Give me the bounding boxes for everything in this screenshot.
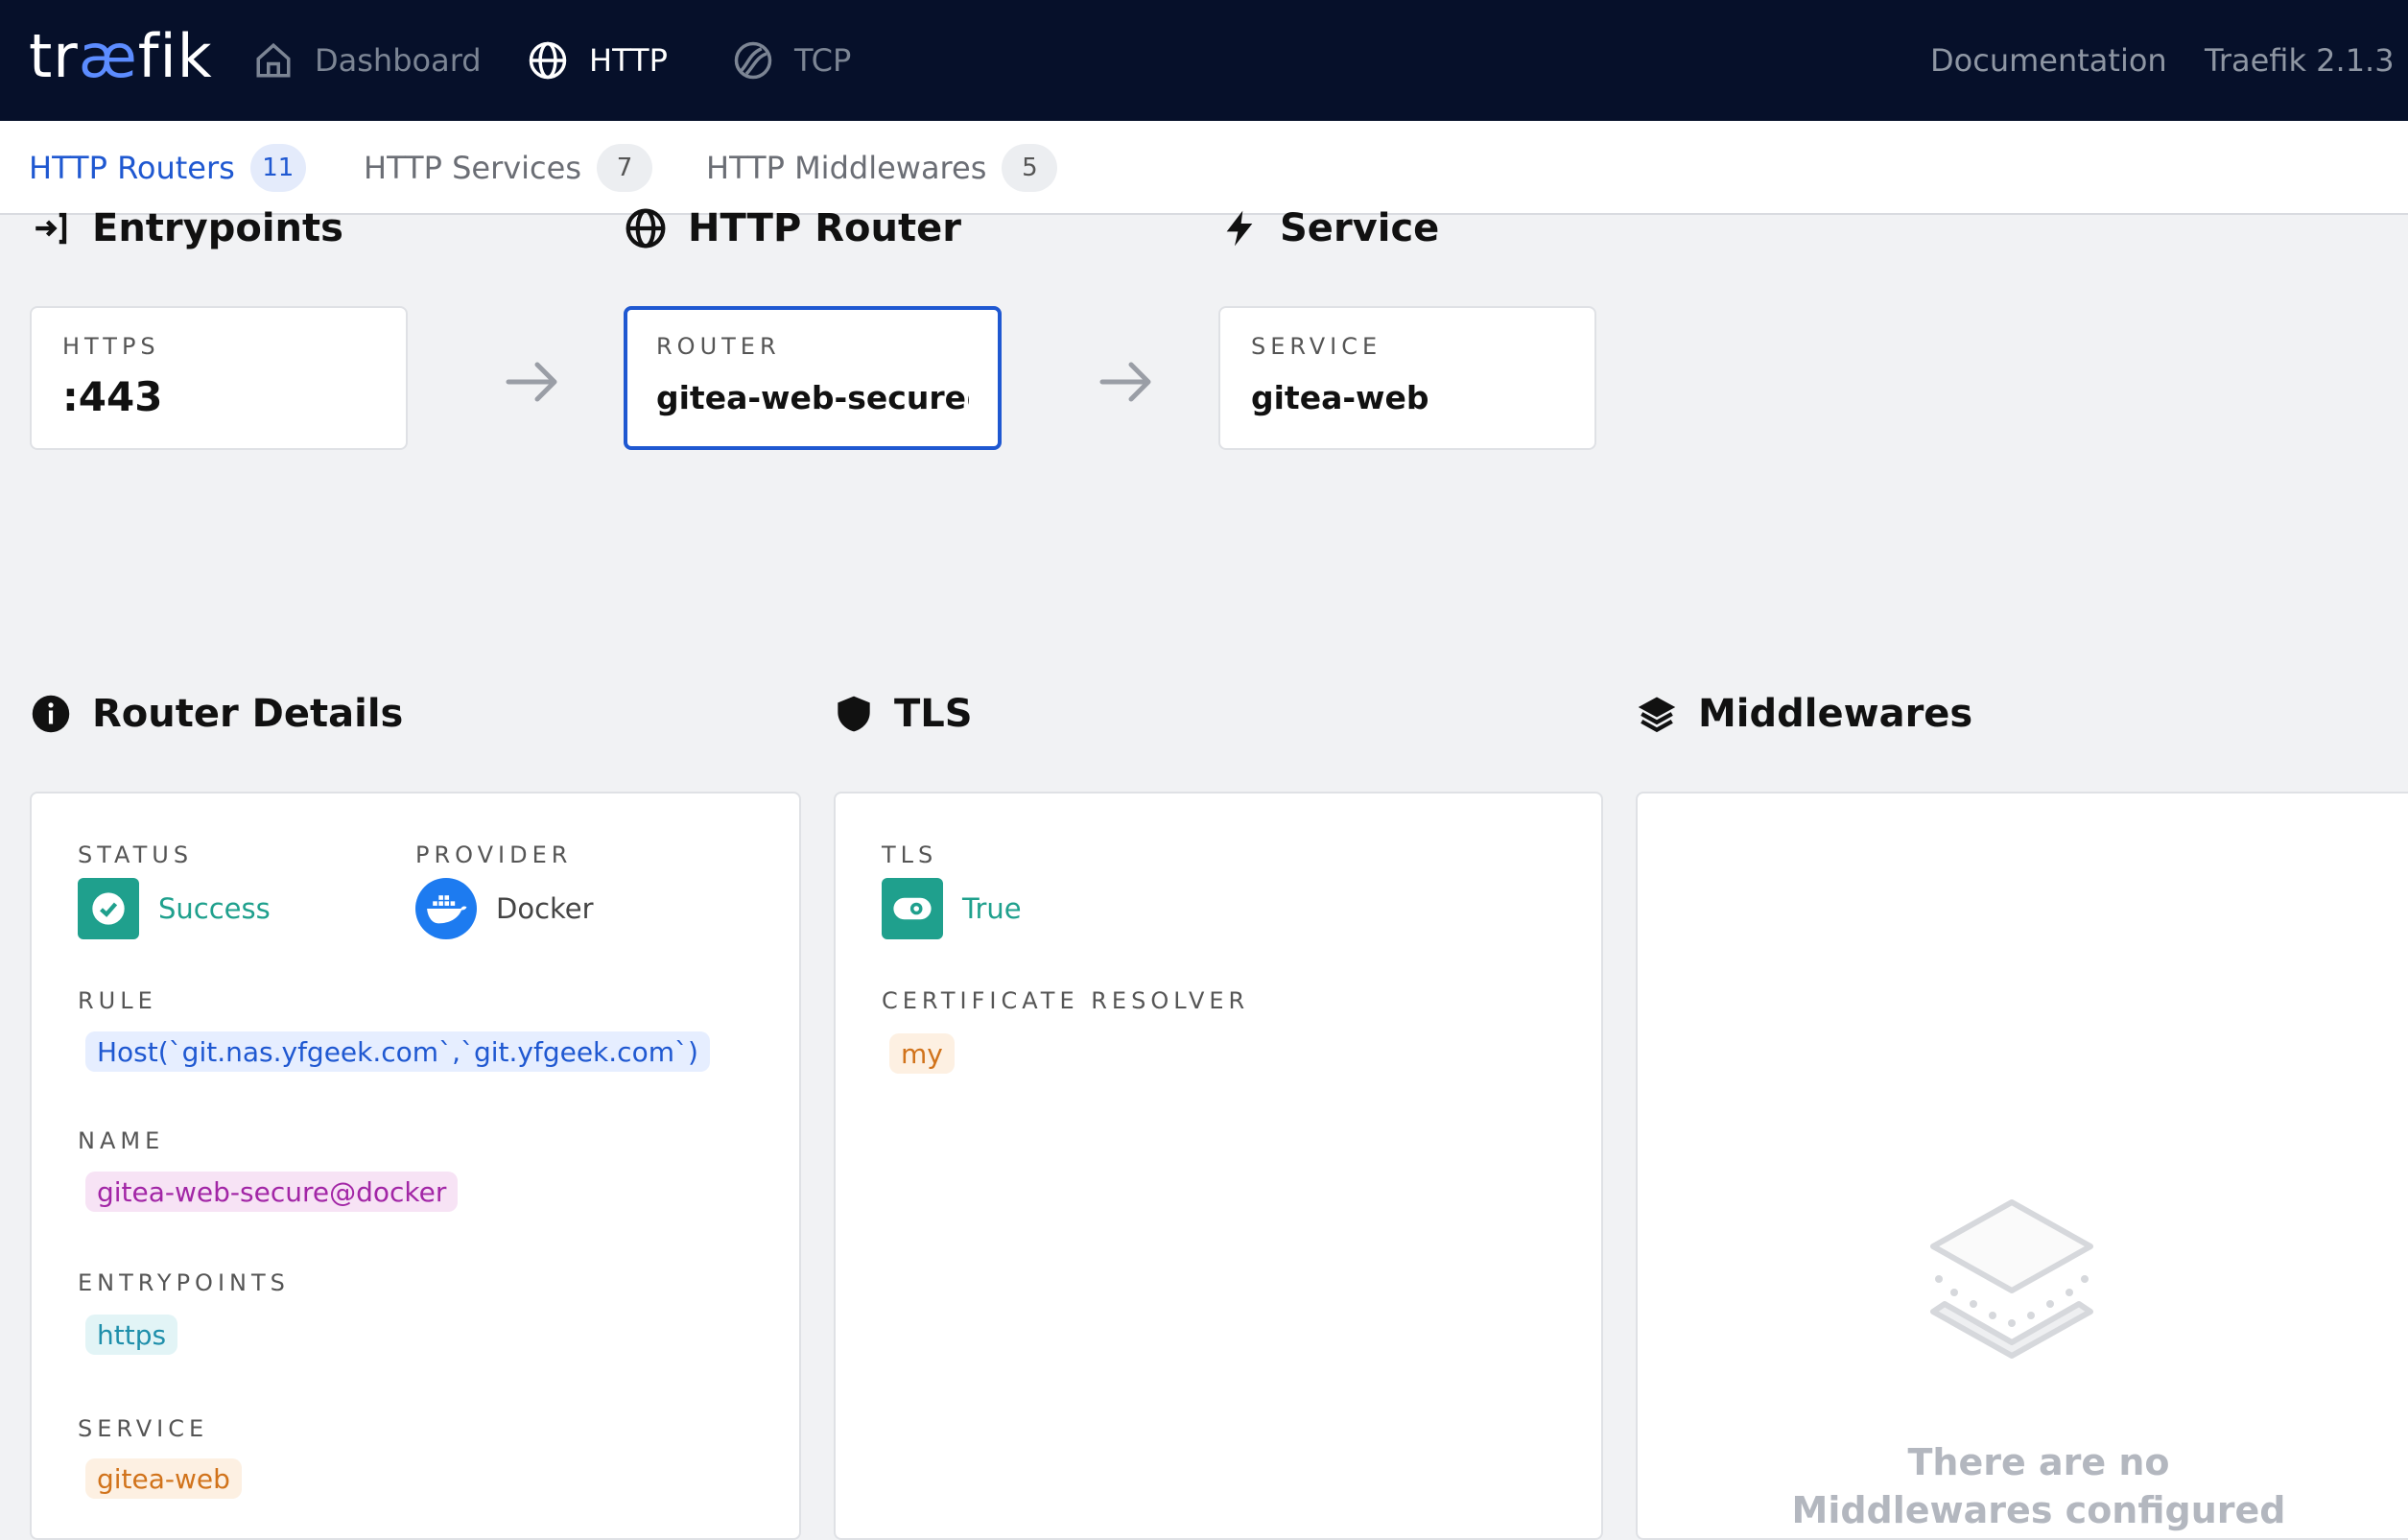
entrypoints-heading: Entrypoints <box>31 201 343 255</box>
documentation-link[interactable]: Documentation <box>1930 36 2167 84</box>
router-details-panel: STATUS Success PROVIDER Docker RULE Host… <box>30 792 801 1540</box>
lightning-icon <box>1226 210 1253 247</box>
entrypoint-chip[interactable]: https <box>85 1315 178 1355</box>
home-icon <box>256 42 291 78</box>
top-navbar: træfik Dashboard HTTP TCP Documentation … <box>0 0 2408 121</box>
empty-state-text: There are no Middlewares configured <box>1791 1441 2286 1531</box>
http-router-heading: HTTP Router <box>625 201 961 255</box>
nav-tcp[interactable]: TCP <box>733 36 851 84</box>
middlewares-heading: Middlewares <box>1637 687 1972 741</box>
tls-value: True <box>882 878 1022 939</box>
provider-value: Docker <box>415 878 594 939</box>
shield-icon <box>838 696 870 732</box>
entrypoint-card[interactable]: HTTPS :443 <box>30 306 408 450</box>
service-chip[interactable]: gitea-web <box>85 1458 242 1499</box>
info-icon <box>32 695 70 733</box>
router-details-heading: Router Details <box>31 687 403 741</box>
tab-http-middlewares[interactable]: HTTP Middlewares 5 <box>706 144 1058 192</box>
globe-icon <box>626 208 666 249</box>
cert-resolver-chip: my <box>889 1033 955 1074</box>
toggle-on-icon <box>882 878 943 939</box>
nav-http[interactable]: HTTP <box>528 36 668 84</box>
middlewares-panel: There are no Middlewares configured <box>1636 792 2408 1540</box>
tcp-icon <box>734 41 772 80</box>
version-label: Traefik 2.1.3 <box>2205 42 2395 79</box>
count-badge: 7 <box>597 144 652 192</box>
traefik-logo[interactable]: træfik <box>29 21 213 91</box>
nav-dashboard[interactable]: Dashboard <box>253 36 482 84</box>
tls-panel: TLS True CERTIFICATE RESOLVER my <box>834 792 1603 1540</box>
tab-http-routers[interactable]: HTTP Routers 11 <box>29 144 306 192</box>
rule-chip: Host(`git.nas.yfgeek.com`,`git.yfgeek.co… <box>85 1031 710 1072</box>
arrow-right-icon <box>506 362 557 402</box>
globe-icon <box>529 41 567 80</box>
http-subtabs: HTTP Routers 11 HTTP Services 7 HTTP Mid… <box>0 121 2408 215</box>
docker-icon <box>415 878 477 939</box>
empty-layers-icon <box>1930 1199 2093 1359</box>
service-heading: Service <box>1220 201 1439 255</box>
count-badge: 5 <box>1002 144 1058 192</box>
arrow-right-icon <box>1099 362 1151 402</box>
count-badge: 11 <box>249 144 306 192</box>
status-value: Success <box>78 878 271 939</box>
name-chip: gitea-web-secure@docker <box>85 1172 459 1212</box>
tab-http-services[interactable]: HTTP Services 7 <box>364 144 652 192</box>
check-circle-icon <box>78 878 139 939</box>
login-arrow-icon <box>35 212 67 245</box>
layers-icon <box>1638 697 1676 733</box>
tls-heading: TLS <box>835 687 973 741</box>
service-card[interactable]: SERVICE gitea-web <box>1218 306 1596 450</box>
router-card[interactable]: ROUTER gitea-web-secure@... <box>624 306 1002 450</box>
